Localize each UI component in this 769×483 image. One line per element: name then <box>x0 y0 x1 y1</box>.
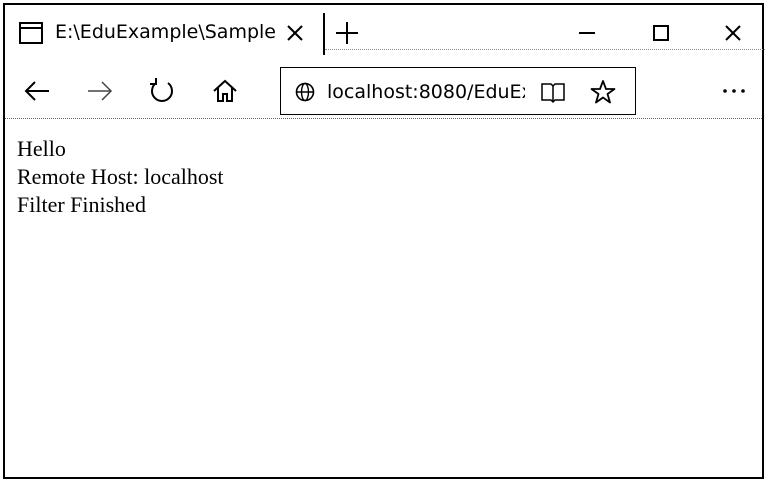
home-icon[interactable] <box>210 76 240 106</box>
browser-tab-icon <box>19 22 43 44</box>
maximize-icon[interactable] <box>645 17 677 49</box>
star-icon[interactable] <box>589 78 617 106</box>
tab-strip-divider <box>325 49 765 50</box>
back-arrow-icon[interactable] <box>22 76 52 106</box>
browser-window: E:\EduExample\Sample2 localhost:8080/Edu… <box>3 3 765 479</box>
minimize-icon[interactable] <box>571 17 603 49</box>
page-content: Hello Remote Host: localhost Filter Fini… <box>17 135 747 219</box>
forward-arrow-icon[interactable] <box>85 76 115 106</box>
title-bar: E:\EduExample\Sample2 <box>5 5 765 61</box>
browser-tab[interactable]: E:\EduExample\Sample2 <box>5 5 323 61</box>
close-icon[interactable] <box>283 21 307 45</box>
plus-icon[interactable] <box>333 19 361 47</box>
more-icon[interactable] <box>717 76 751 106</box>
navigation-bar: localhost:8080/EduExample <box>5 61 762 119</box>
toolbar-separator <box>5 118 762 119</box>
globe-icon <box>294 81 316 103</box>
hello-text: Hello <box>17 136 66 161</box>
filter-finished-text: Filter Finished <box>17 192 146 217</box>
refresh-icon[interactable] <box>147 76 177 106</box>
remote-host-text: Remote Host: localhost <box>17 164 224 189</box>
address-input[interactable]: localhost:8080/EduExample <box>327 79 525 105</box>
address-bar[interactable]: localhost:8080/EduExample <box>280 67 636 115</box>
window-close-icon[interactable] <box>717 17 749 49</box>
reading-view-icon[interactable] <box>539 80 567 104</box>
tab-title: E:\EduExample\Sample2 <box>55 21 275 43</box>
